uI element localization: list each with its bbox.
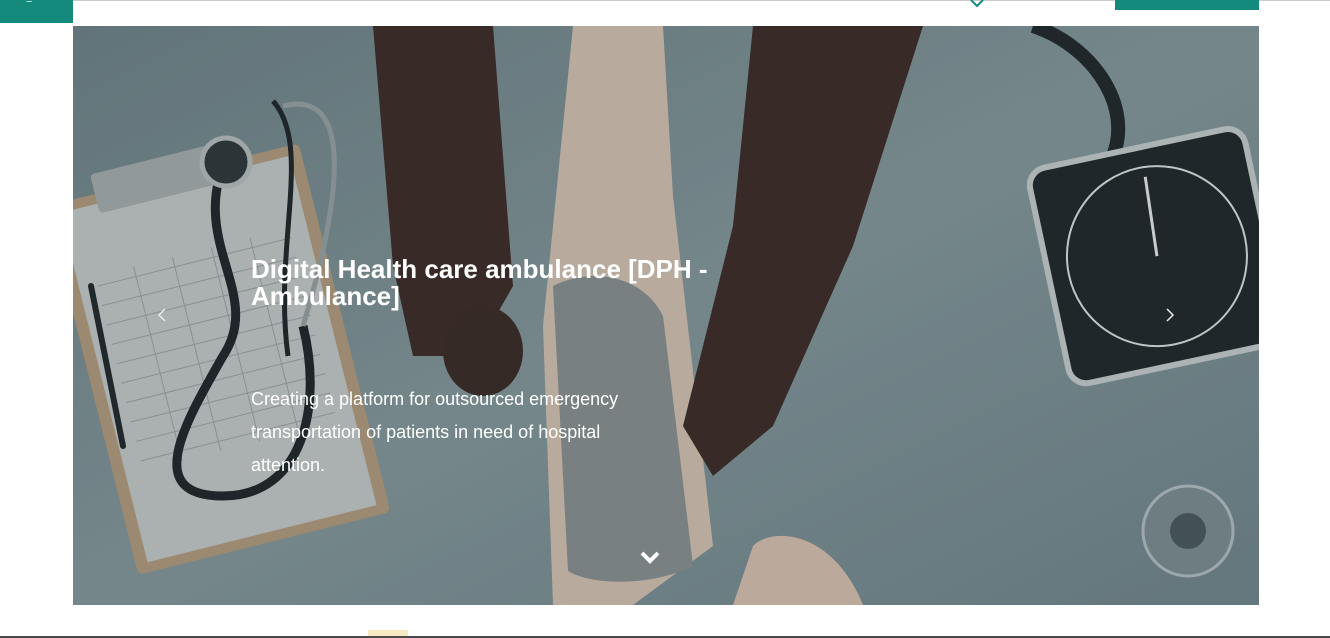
hero-slider: Digital Health care ambulance [DPH - Amb…	[73, 26, 1259, 605]
logo-mark: ≡	[26, 0, 33, 6]
chevron-right-icon[interactable]	[1157, 302, 1183, 328]
header-cta-button[interactable]	[1115, 0, 1259, 10]
hero-overlay	[73, 26, 1259, 605]
scroll-down-chevron-icon[interactable]	[639, 548, 661, 566]
nav-dropdown-chevron-icon[interactable]	[969, 0, 985, 10]
logo[interactable]: ≡	[0, 0, 73, 23]
hero-description: Creating a platform for outsourced emerg…	[251, 389, 619, 475]
hero-title: Digital Health care ambulance [DPH - Amb…	[251, 254, 708, 311]
chevron-left-icon[interactable]	[149, 302, 175, 328]
